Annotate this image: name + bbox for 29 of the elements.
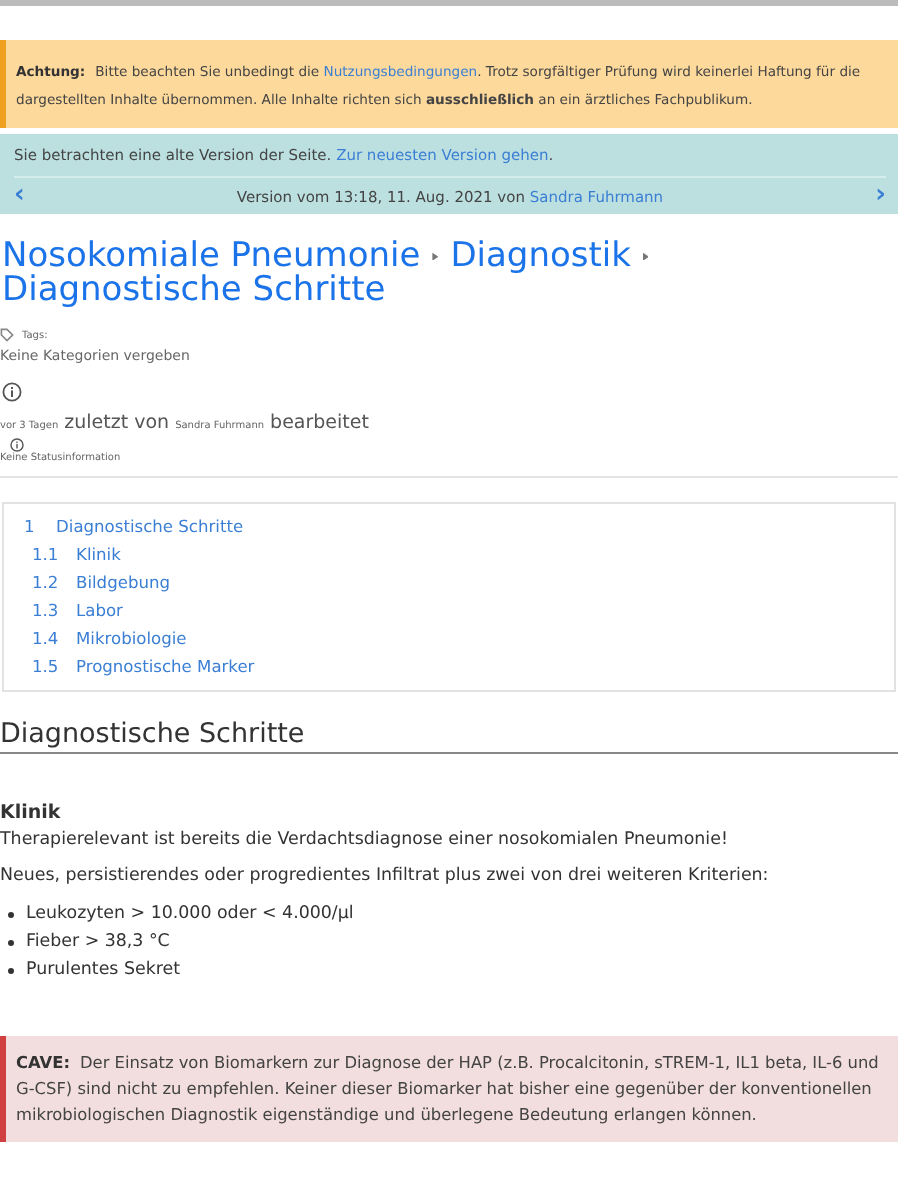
paragraph: Neues, persistierendes oder progredientes Infiltrat plus zwei von drei weiteren Kriterien: [0,864,771,888]
separator-icon [432,252,439,261]
section-heading: Diagnostische Schritte [0,718,898,754]
next-button[interactable]: › [875,186,886,206]
bullet-icon [8,911,14,917]
previous-button[interactable]: ‹ [14,186,25,206]
bullet-icon [8,967,14,973]
subsection-heading: Klinik [0,802,63,824]
toc-link[interactable]: 1 Diagnostische Schritte [4,512,244,540]
edit-text: bearbeitet [270,412,369,434]
info-icon [2,382,22,402]
bullet-icon [8,939,14,945]
breadcrumb-link[interactable]: Nosokomiale Pneumonie [2,236,421,276]
tag-icon [0,328,14,342]
list-item: Fieber > 38,3 °C [26,930,170,956]
list-item: Purulentes Sekret [26,958,180,984]
paragraph: Therapierelevant ist bereits die Verdachtsdiagnose einer nosokomialen Pneumonie! [0,828,730,852]
toc-link[interactable]: 1.5 Prognostische Marker [4,652,255,680]
list-item: Leukozyten > 10.000 oder < 4.000/µl [26,902,354,928]
toc-link[interactable]: 1.2 Bildgebung [4,568,170,596]
toc-link[interactable]: 1.3 Labor [4,596,123,624]
info-icon [10,438,24,452]
toc-link[interactable]: 1.4 Mikrobiologie [4,624,187,652]
breadcrumb-link[interactable]: Diagnostische Schritte [2,270,386,310]
breadcrumb-link[interactable]: Diagnostik [450,236,631,276]
edit-text: zuletzt von [64,412,170,434]
warning-text: CAVE: Der Einsatz von Biomarkern zur Diagnose der HAP (z.B. Procalcitonin, sTREM-1, IL1 beta, IL-6 und G-CSF) sind nicht zu empfehlen. Keiner dieser Biomarker hat bisher eine gegenüber der konventionellen mikrobiologischen Diagnostik eigenständige und überlegene Bedeutung erlangen können. [16,1050,881,1128]
separator-icon [642,252,649,261]
toc-link[interactable]: 1.1 Klinik [4,540,121,568]
